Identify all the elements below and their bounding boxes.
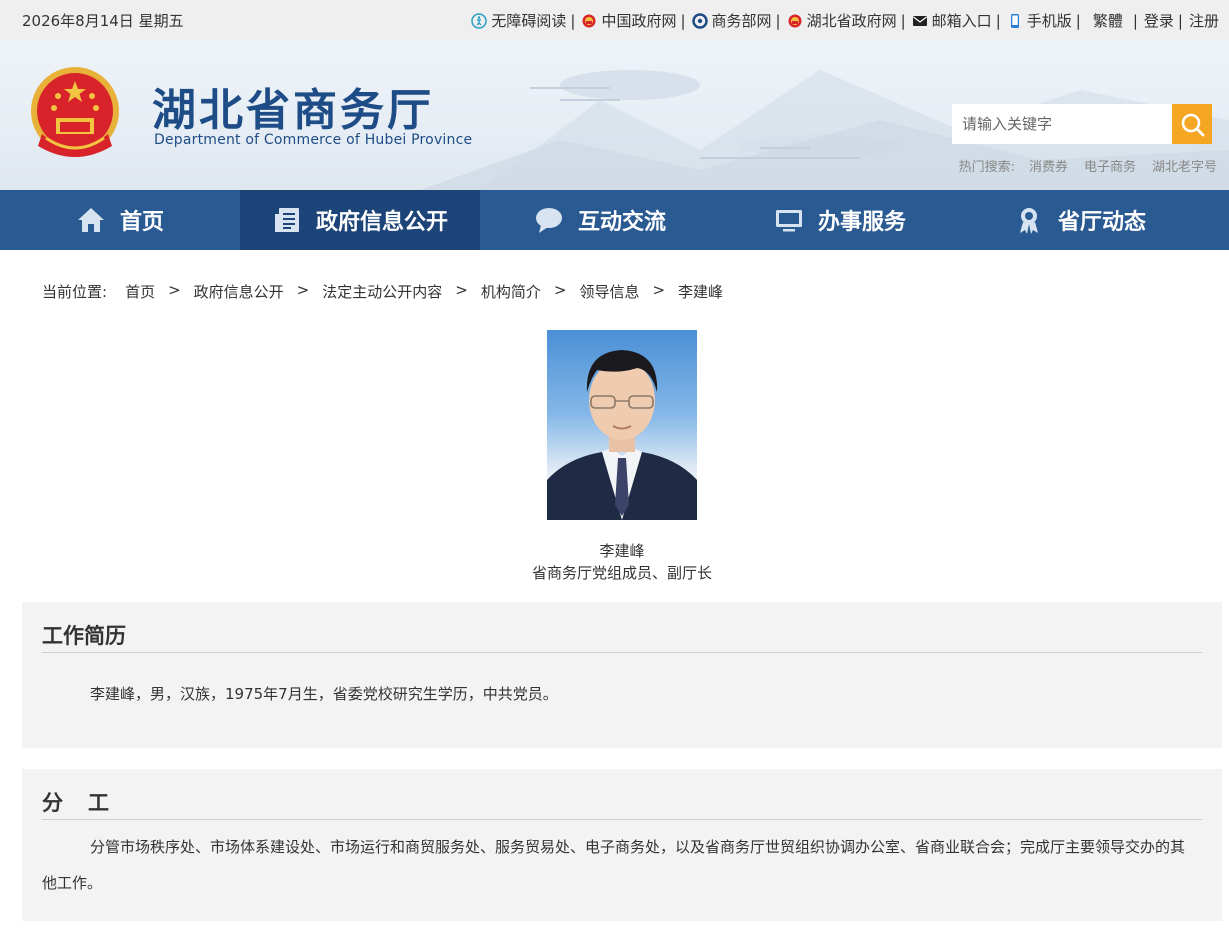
chat-bubble-icon [535, 208, 562, 233]
mofcom-icon [691, 12, 708, 29]
mail-link[interactable]: 邮箱入口 [912, 10, 992, 31]
hot-search-label: 热门搜索: [958, 160, 1015, 175]
accessibility-label: 无障碍阅读 [491, 12, 567, 30]
resume-heading: 工作简历 [42, 624, 126, 648]
site-title: 湖北省商务厅 [152, 85, 434, 136]
current-date: 2026年8月14日 星期五 [22, 12, 184, 30]
gov-cn-label: 中国政府网 [601, 12, 677, 30]
portrait-photo [547, 330, 697, 520]
breadcrumb-item[interactable]: 领导信息 [579, 281, 639, 302]
hubei-gov-label: 湖北省政府网 [806, 12, 897, 30]
monitor-icon [775, 210, 802, 232]
nav-services-label: 办事服务 [817, 210, 906, 235]
breadcrumb-separator: > [168, 281, 181, 299]
leader-position: 省商务厅党组成员、副厅长 [531, 564, 712, 582]
mobile-label: 手机版 [1026, 12, 1072, 30]
main-nav: 首页 政府信息公开 互动交流 办事服务 省厅动态 [0, 190, 1229, 250]
search-button[interactable] [1172, 104, 1212, 144]
document-icon [274, 208, 299, 232]
award-ribbon-icon [1019, 208, 1038, 234]
mail-icon [912, 15, 927, 26]
mofcom-link[interactable]: 商务部网 [691, 10, 772, 31]
hubei-gov-link[interactable]: 湖北省政府网 [787, 10, 897, 31]
portrait-illustration [547, 350, 697, 520]
site-subtitle: Department of Commerce of Hubei Province [154, 132, 473, 148]
breadcrumb-separator: > [652, 281, 666, 299]
top-links: 无障碍阅读 | 中国政府网 | 商务部网 | 湖北省政府网 | 邮箱入口 | 手… [471, 10, 1219, 31]
breadcrumb-item[interactable]: 政府信息公开 [194, 281, 284, 302]
section-divider [42, 652, 1202, 653]
duties-heading: 分 工 [42, 791, 111, 815]
register-link[interactable]: 注册 [1189, 10, 1219, 31]
breadcrumb: 当前位置: 首页 > 政府信息公开 > 法定主动公开内容 > 机构简介 > 领导… [42, 281, 723, 302]
login-link[interactable]: 登录 [1144, 10, 1174, 31]
breadcrumb-item[interactable]: 首页 [125, 281, 155, 302]
hot-term-link[interactable]: 电子商务 [1084, 156, 1136, 175]
home-icon [77, 208, 104, 232]
nav-news-label: 省厅动态 [1057, 210, 1146, 235]
nav-gov-info-label: 政府信息公开 [315, 210, 448, 235]
mobile-link[interactable]: 手机版 [1007, 10, 1072, 31]
traditional-chinese-link[interactable]: 繁體 [1093, 10, 1123, 31]
accessibility-icon [471, 12, 488, 29]
breadcrumb-separator: > [455, 281, 468, 299]
nav-interaction[interactable]: 互动交流 [480, 190, 720, 250]
nav-news[interactable]: 省厅动态 [960, 190, 1200, 250]
gov-cn-link[interactable]: 中国政府网 [581, 10, 676, 31]
resume-panel: 工作简历 李建峰，男，汉族，1975年7月生，省委党校研究生学历，中共党员。 [22, 602, 1222, 748]
duties-text: 分管市场秩序处、市场体系建设处、市场运行和商贸服务处、服务贸易处、电子商务处，以… [42, 838, 1186, 892]
emblem-icon [582, 14, 596, 27]
search-icon [1181, 113, 1205, 137]
emblem-icon [788, 14, 802, 27]
breadcrumb-label: 当前位置: [42, 283, 108, 301]
nav-services[interactable]: 办事服务 [720, 190, 960, 250]
breadcrumb-separator: > [553, 281, 567, 299]
mail-label: 邮箱入口 [931, 12, 992, 30]
duties-panel: 分 工 分管市场秩序处、市场体系建设处、市场运行和商贸服务处、服务贸易处、电子商… [22, 769, 1222, 921]
mofcom-label: 商务部网 [711, 12, 772, 30]
hot-term-link[interactable]: 消费券 [1029, 156, 1068, 175]
national-emblem-logo [31, 67, 119, 157]
resume-text: 李建峰，男，汉族，1975年7月生，省委党校研究生学历，中共党员。 [90, 685, 558, 703]
nav-interaction-label: 互动交流 [577, 210, 666, 235]
breadcrumb-item[interactable]: 机构简介 [481, 281, 541, 302]
hot-term-link[interactable]: 湖北老字号 [1152, 156, 1217, 175]
mobile-icon [1010, 13, 1019, 28]
nav-home-label: 首页 [119, 210, 164, 235]
breadcrumb-current[interactable]: 李建峰 [678, 281, 723, 302]
nav-gov-info[interactable]: 政府信息公开 [240, 190, 480, 250]
section-divider [42, 819, 1202, 820]
breadcrumb-item[interactable]: 法定主动公开内容 [322, 281, 442, 302]
search-input[interactable] [952, 104, 1172, 144]
leader-name: 李建峰 [599, 542, 645, 560]
accessibility-link[interactable]: 无障碍阅读 [471, 10, 566, 31]
hot-search: 热门搜索: 消费券 电子商务 湖北老字号 [959, 156, 1217, 175]
breadcrumb-separator: > [296, 281, 310, 299]
header-banner: 湖北省商务厅 Department of Commerce of Hubei P… [0, 40, 1229, 190]
top-bar: 2026年8月14日 星期五 无障碍阅读 | 中国政府网 | 商务部网 | 湖北… [0, 0, 1229, 40]
nav-home[interactable]: 首页 [0, 190, 240, 250]
